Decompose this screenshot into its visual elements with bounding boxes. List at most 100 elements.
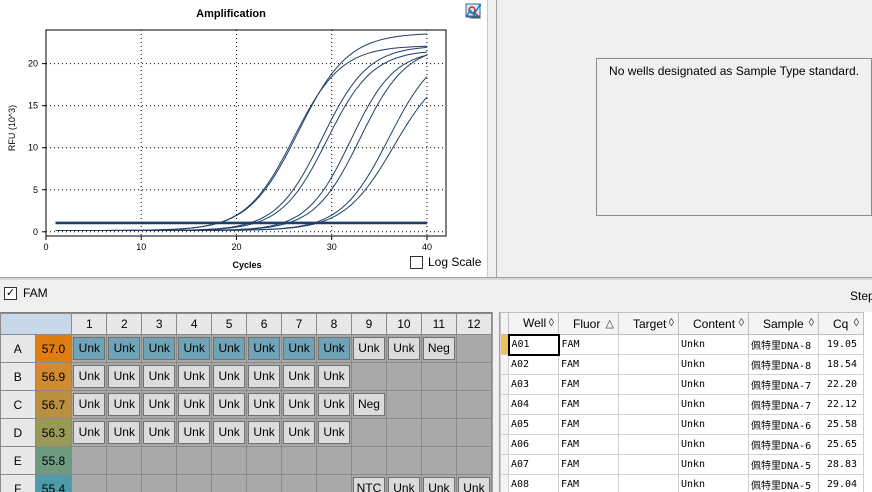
well-content-label[interactable]: Unk xyxy=(248,337,281,360)
sort-icon[interactable]: ◊ xyxy=(739,317,744,329)
horizontal-splitter[interactable] xyxy=(0,277,872,280)
well-content-label[interactable]: Unk xyxy=(178,365,211,388)
well-content-label[interactable]: Unk xyxy=(387,477,420,492)
plate-well[interactable] xyxy=(420,390,457,419)
fam-toggle[interactable]: ✓ FAM xyxy=(4,286,48,300)
cell-target[interactable] xyxy=(618,434,679,455)
plate-row-header[interactable]: A xyxy=(0,334,36,363)
plate-well[interactable]: Unk xyxy=(141,390,178,419)
plate-well[interactable] xyxy=(316,446,352,475)
well-content-label[interactable]: Unk xyxy=(143,365,176,388)
plate-well[interactable] xyxy=(455,362,492,391)
cell-fluor[interactable]: FAM xyxy=(558,334,619,355)
plate-well[interactable] xyxy=(316,474,352,492)
well-content-label[interactable]: Unk xyxy=(178,337,211,360)
plate-well[interactable]: Unk xyxy=(246,362,283,391)
plate-well[interactable]: Neg xyxy=(420,334,457,363)
table-row[interactable]: A05 FAM Unkn 佩特里DNA-6 25.58 xyxy=(500,414,864,435)
well-content-label[interactable]: Unk xyxy=(213,337,246,360)
cell-cq[interactable]: 29.04 xyxy=(818,474,864,492)
cell-target[interactable] xyxy=(618,374,679,395)
cell-cq[interactable]: 25.58 xyxy=(818,414,864,435)
plate-row-header[interactable]: C xyxy=(0,390,36,419)
plate-well[interactable] xyxy=(455,334,492,363)
plate-column-header[interactable]: 7 xyxy=(281,313,318,335)
well-content-label[interactable]: Unk xyxy=(387,337,420,360)
plate-well[interactable]: Unk xyxy=(246,334,283,363)
plate-well[interactable] xyxy=(176,446,213,475)
plate-well[interactable]: Unk xyxy=(211,390,248,419)
cell-fluor[interactable]: FAM xyxy=(558,394,619,415)
well-content-label[interactable]: Unk xyxy=(73,393,106,416)
plate-well[interactable] xyxy=(281,474,318,492)
plate-well[interactable]: Unk xyxy=(176,362,213,391)
row-selector[interactable] xyxy=(500,414,509,435)
cell-content[interactable]: Unkn xyxy=(678,394,749,415)
plate-well[interactable] xyxy=(141,474,178,492)
cell-sample[interactable]: 佩特里DNA-8 xyxy=(748,354,819,375)
amplification-chart[interactable]: Amplification Cycles RFU (10^3) 0 10 20 30 4… xyxy=(0,0,465,277)
cell-well[interactable]: A02 xyxy=(508,354,559,375)
row-selector[interactable] xyxy=(500,454,509,475)
cell-content[interactable]: Unkn xyxy=(678,474,749,492)
well-content-label[interactable]: Unk xyxy=(213,365,246,388)
plate-column-header[interactable]: 12 xyxy=(455,313,492,335)
plate-well[interactable]: Unk xyxy=(281,390,318,419)
well-content-label[interactable]: Unk xyxy=(318,421,350,444)
well-content-label[interactable]: Unk xyxy=(143,421,176,444)
sort-icon[interactable]: ◊ xyxy=(549,317,554,329)
table-row[interactable]: A02 FAM Unkn 佩特里DNA-8 18.54 xyxy=(500,354,864,375)
well-content-label[interactable]: Unk xyxy=(143,337,176,360)
plate-well[interactable]: Unk xyxy=(106,334,143,363)
well-content-label[interactable]: Unk xyxy=(283,421,316,444)
column-header-target[interactable]: Target ◊ xyxy=(618,312,679,335)
cell-cq[interactable]: 22.20 xyxy=(818,374,864,395)
well-content-label[interactable]: Unk xyxy=(318,393,350,416)
sort-icon[interactable]: ◊ xyxy=(854,317,859,329)
row-selector[interactable] xyxy=(500,434,509,455)
plate-well[interactable]: Unk xyxy=(281,362,318,391)
export-icon[interactable] xyxy=(465,3,483,44)
plate-well[interactable]: Unk xyxy=(176,390,213,419)
well-content-label[interactable]: Unk xyxy=(457,477,490,492)
cell-well[interactable]: A06 xyxy=(508,434,559,455)
well-content-label[interactable]: Unk xyxy=(73,421,106,444)
plate-column-header[interactable]: 6 xyxy=(246,313,283,335)
plate-well[interactable] xyxy=(385,418,422,447)
well-content-label[interactable]: Unk xyxy=(422,477,455,492)
cell-well[interactable]: A01 xyxy=(507,333,560,356)
cell-content[interactable]: Unkn xyxy=(678,414,749,435)
plate-well[interactable]: Unk xyxy=(281,334,318,363)
well-content-label[interactable]: Unk xyxy=(213,393,246,416)
plate-row-header[interactable]: F xyxy=(0,474,36,492)
well-content-label[interactable]: Unk xyxy=(108,393,141,416)
plate-column-header[interactable]: 11 xyxy=(420,313,457,335)
well-content-label[interactable]: Unk xyxy=(248,421,281,444)
plate-well[interactable]: Unk xyxy=(71,390,108,419)
plate-well[interactable] xyxy=(211,446,248,475)
plate-well[interactable] xyxy=(246,446,283,475)
plate-row-header[interactable]: D xyxy=(0,418,36,447)
plate-column-header[interactable]: 3 xyxy=(141,313,178,335)
cell-target[interactable] xyxy=(618,454,679,475)
plate-well[interactable] xyxy=(106,446,143,475)
cell-fluor[interactable]: FAM xyxy=(558,374,619,395)
cell-fluor[interactable]: FAM xyxy=(558,434,619,455)
well-content-label[interactable]: Unk xyxy=(178,421,211,444)
plate-well[interactable] xyxy=(420,362,457,391)
well-content-label[interactable]: Unk xyxy=(283,365,316,388)
row-selector[interactable] xyxy=(500,334,509,355)
plate-well[interactable]: Unk xyxy=(385,474,422,492)
plate-well[interactable] xyxy=(71,474,108,492)
cell-cq[interactable]: 28.83 xyxy=(818,454,864,475)
plate-column-header[interactable]: 4 xyxy=(176,313,213,335)
plate-well[interactable] xyxy=(420,418,457,447)
column-header-fluor[interactable]: Fluor △ xyxy=(558,312,619,335)
plate-well[interactable] xyxy=(211,474,248,492)
column-header-sample[interactable]: Sample ◊ xyxy=(748,312,819,335)
plate-well[interactable]: Unk xyxy=(455,474,492,492)
well-content-label[interactable]: Unk xyxy=(108,365,141,388)
row-selector[interactable] xyxy=(500,374,509,395)
cell-cq[interactable]: 19.05 xyxy=(818,334,864,355)
plate-well[interactable]: Unk xyxy=(316,390,352,419)
